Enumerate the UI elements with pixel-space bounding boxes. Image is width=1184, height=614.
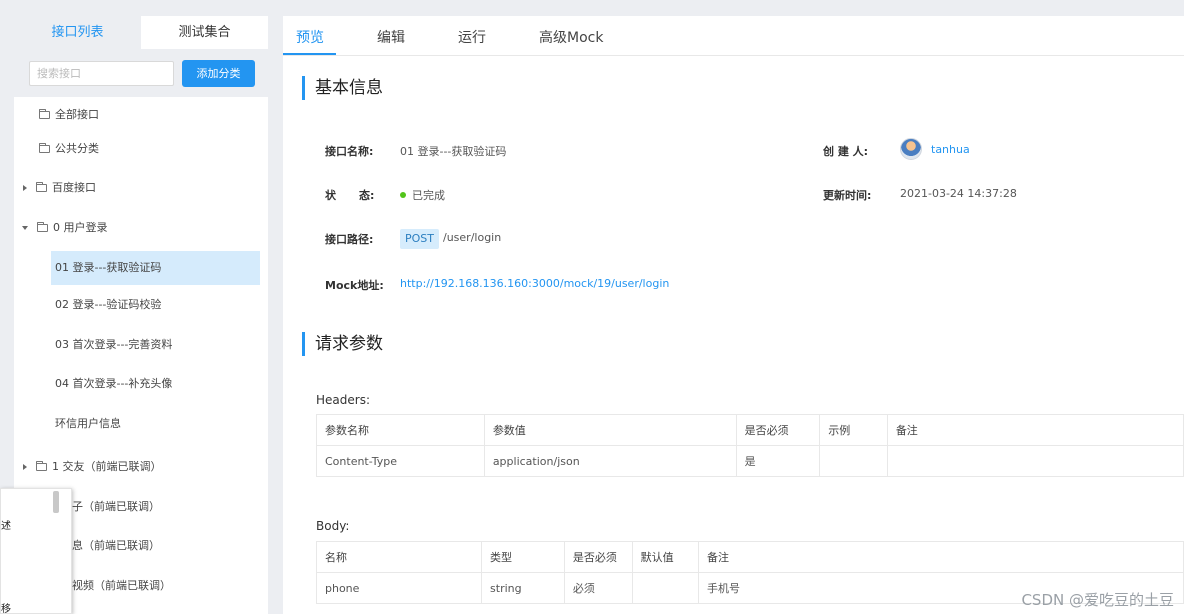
creator-label: 创 建 人: [823,145,869,158]
method-badge: POST [400,229,439,249]
add-category-button[interactable]: 添加分类 [182,60,255,87]
folder-icon [36,182,47,192]
column-header: 参数名称 [316,414,485,446]
column-header: 是否必须 [735,414,821,446]
headers-table: 参数名称 参数值 是否必须 示例 备注 Content-Type applica… [316,414,1184,477]
interface-path-label: 接口路径: [325,233,374,246]
caret-down-icon[interactable] [22,226,28,230]
tab-edit[interactable]: 编辑 [377,27,405,47]
tree-item-baidu[interactable]: 百度接口 [23,178,96,198]
sidebar-search-bar: 添加分类 [14,49,268,97]
status-text: 已完成 [412,189,445,202]
avatar [900,138,922,160]
tab-run[interactable]: 运行 [458,27,486,47]
folder-icon [37,222,48,232]
table-row: Content-Type application/json 是 [316,445,1184,477]
table-cell [819,445,888,477]
updated-time-label: 更新时间: [823,189,872,202]
tree-item-messages[interactable]: 消息（前端已联调） [61,536,160,556]
table-cell: application/json [483,445,737,477]
tab-test-collection[interactable]: 测试集合 [141,16,268,49]
tab-interface-list[interactable]: 接口列表 [14,16,141,49]
tree-item-public-category[interactable]: 公共分类 [39,139,99,159]
interface-item-add-avatar[interactable]: 04 首次登录---补充头像 [51,367,260,401]
interface-name-value: 01 登录---获取验证码 [400,145,507,158]
detail-tabs: 预览 编辑 运行 高级Mock [283,16,1184,56]
headers-label: Headers: [316,393,370,407]
search-interface-input[interactable] [29,61,174,86]
caret-right-icon[interactable] [23,464,27,470]
table-cell: Content-Type [316,445,485,477]
column-header: 备注 [886,414,1184,446]
tree-item-label: 百度接口 [52,181,96,194]
creator-link[interactable]: tanhua [931,143,970,156]
interface-item-complete-profile[interactable]: 03 首次登录---完善资料 [51,328,260,362]
tree-item-all-interfaces[interactable]: 全部接口 [39,105,99,125]
tree-item-circle[interactable]: 圈子（前端已联调） [61,497,160,517]
table-cell [886,445,1184,477]
popup-text: 述 [1,521,11,532]
tree-item-label: 全部接口 [55,108,99,121]
interface-detail-panel: 预览 编辑 运行 高级Mock 基本信息 接口名称: 01 登录---获取验证码… [283,16,1184,614]
table-cell: 是 [735,445,821,477]
tree-item-label: 小视频（前端已联调） [61,579,171,592]
tree-item-label: 圈子（前端已联调） [61,500,160,513]
status-dot-icon [400,192,406,198]
interface-item-get-code[interactable]: 01 登录---获取验证码 [51,251,260,285]
table-cell: phone [315,572,483,604]
updated-time-value: 2021-03-24 14:37:28 [900,187,1017,200]
table-cell: 必须 [563,572,633,604]
table-cell: string [481,572,565,604]
tree-item-user-login[interactable]: 0 用户登录 [22,218,108,238]
popup-scrollbar[interactable] [53,491,59,513]
caret-right-icon[interactable] [23,185,27,191]
interface-name-label: 接口名称: [325,145,374,158]
tree-item-friends[interactable]: 1 交友（前端已联调） [23,457,162,477]
popup-text: 移 [1,604,11,614]
interface-item-verify-code[interactable]: 02 登录---验证码校验 [51,288,260,322]
watermark: CSDN @爱吃豆的土豆 [1021,591,1174,609]
column-header: 示例 [819,414,888,446]
column-header: 是否必须 [563,541,633,573]
active-tab-indicator [283,53,336,55]
body-label: Body: [316,519,350,533]
folder-icon [39,143,50,153]
table-header-row: 参数名称 参数值 是否必须 示例 备注 [316,414,1184,446]
column-header: 参数值 [483,414,737,446]
folder-icon [36,461,47,471]
table-cell [631,572,700,604]
tree-item-label: 公共分类 [55,142,99,155]
tree-item-label: 0 用户登录 [53,221,108,234]
tree-item-label: 消息（前端已联调） [61,539,160,552]
column-header: 备注 [698,541,1184,573]
table-header-row: 名称 类型 是否必须 默认值 备注 [315,541,1184,573]
interface-item-hx-user[interactable]: 环信用户信息 [51,407,260,441]
column-header: 类型 [481,541,565,573]
tab-preview[interactable]: 预览 [296,27,324,47]
context-popup: 述 移 [0,488,72,614]
tab-advanced-mock[interactable]: 高级Mock [539,27,603,47]
interface-path-value: /user/login [443,231,502,244]
mock-address-label: Mock地址: [325,279,384,292]
folder-icon [39,109,50,119]
column-header: 默认值 [631,541,700,573]
status-value: 已完成 [400,187,445,203]
mock-address-link[interactable]: http://192.168.136.160:3000/mock/19/user… [400,277,669,290]
column-header: 名称 [315,541,483,573]
section-title-basic-info: 基本信息 [302,76,383,100]
sidebar-tabs: 接口列表 测试集合 [14,16,268,49]
tree-item-label: 1 交友（前端已联调） [52,460,162,473]
status-label: 状 态: [325,189,375,202]
tree-item-short-video[interactable]: 小视频（前端已联调） [61,576,171,596]
section-title-request-params: 请求参数 [302,332,383,356]
